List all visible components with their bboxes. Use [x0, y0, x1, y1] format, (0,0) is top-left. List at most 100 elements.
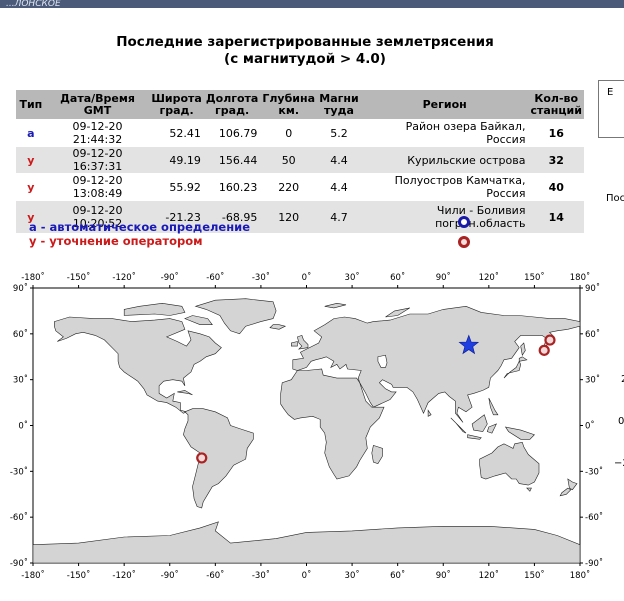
col-header-mag: Магни туда [317, 90, 361, 120]
table-row[interactable]: a 09-12-20 21:44:32 52.41 106.79 0 5.2 Район о… [16, 120, 584, 147]
lon-tick-label-bottom: 90˚ [436, 570, 451, 581]
lon-tick-label-bottom: -120˚ [112, 570, 136, 581]
cell-type: y [16, 174, 46, 201]
col-header-datetime: Дата/Время GMT [45, 90, 150, 120]
world-map[interactable]: -180˚ -180˚ -150˚ -150˚ -120˚ -120˚ -90˚ -90˚ -6… [0, 258, 606, 597]
cell-depth: 50 [260, 147, 318, 174]
cell-datetime: 09-12-20 21:44:32 [45, 120, 150, 147]
cell-stations: 32 [528, 147, 584, 174]
legend: а - автоматическое определение у - уточн… [29, 220, 250, 248]
right-panel-letter: Е [607, 87, 614, 98]
right-tick-b: 0 [618, 416, 624, 427]
lon-tick-label-top: 180˚ [570, 272, 590, 283]
right-tick-c: −2 [614, 458, 624, 469]
col-header-depth: Глубина км. [260, 90, 318, 120]
cell-depth: 0 [260, 120, 318, 147]
cell-mag: 5.2 [317, 120, 361, 147]
cell-depth: 220 [260, 174, 318, 201]
lon-tick-label-top: 30˚ [345, 272, 360, 283]
lon-tick-label-top: 90˚ [436, 272, 451, 283]
top-banner-text: ...ЛОНСКОЕ [6, 0, 61, 8]
lat-tick-label-right: 0˚ [585, 421, 595, 432]
cell-lon: 160.23 [203, 174, 261, 201]
lon-tick-label-bottom: -60˚ [206, 570, 224, 581]
lat-tick-label-left: 90˚ [13, 283, 28, 294]
legend-operator-marker-icon [458, 236, 470, 248]
event-ring-icon [196, 452, 208, 464]
right-cut-text: Пос [606, 193, 624, 204]
lon-tick-label-bottom: -90˚ [161, 570, 179, 581]
lon-tick-label-bottom: -30˚ [252, 570, 270, 581]
lon-tick-label-top: 60˚ [390, 272, 405, 283]
lon-tick-label-bottom: 180˚ [570, 570, 590, 581]
lat-tick-label-left: -90˚ [10, 558, 28, 569]
earthquake-table: Тип Дата/Время GMT Широта град. Долгота гр… [16, 90, 584, 234]
lon-tick-label-top: -30˚ [252, 272, 270, 283]
cell-datetime: 09-12-20 13:08:49 [45, 174, 150, 201]
page-title-line1: Последние зарегистрированные землетрясен… [116, 34, 494, 50]
table-row[interactable]: y 09-12-20 13:08:49 55.92 160.23 220 4.4 Полуо… [16, 174, 584, 201]
lat-tick-label-left: 0˚ [18, 421, 28, 432]
cell-depth: 120 [260, 201, 318, 234]
legend-operator-label: у - уточнение оператором [29, 234, 203, 248]
lat-tick-label-left: 30˚ [13, 375, 28, 386]
lon-tick-label-top: -150˚ [67, 272, 91, 283]
col-header-lon: Долгота град. [203, 90, 261, 120]
map-plot-area [32, 287, 581, 564]
cell-stations: 40 [528, 174, 584, 201]
lon-tick-label-bottom: -150˚ [67, 570, 91, 581]
lon-tick-label-top: -90˚ [161, 272, 179, 283]
lon-tick-label-top: 0˚ [302, 272, 312, 283]
col-header-region: Регион [360, 90, 529, 120]
col-header-type: Тип [16, 90, 46, 120]
cell-mag: 4.7 [317, 201, 361, 234]
lat-tick-label-right: -60˚ [585, 512, 603, 523]
cell-datetime: 09-12-20 16:37:31 [45, 147, 150, 174]
cell-type: a [16, 120, 46, 147]
right-panel-fragment: Е [598, 80, 624, 138]
top-banner-strip: ...ЛОНСКОЕ [0, 0, 624, 8]
cell-region: Чили - Боливия погран.область [360, 201, 529, 234]
lon-tick-label-top: 150˚ [524, 272, 544, 283]
lat-tick-label-right: -30˚ [585, 466, 603, 477]
table-header-row: Тип Дата/Время GMT Широта град. Долгота гр… [16, 90, 584, 120]
lon-tick-label-bottom: 60˚ [390, 570, 405, 581]
cell-lat: 55.92 [149, 174, 204, 201]
legend-auto-marker-icon [458, 216, 470, 228]
lon-tick-label-bottom: -180˚ [21, 570, 45, 581]
lat-tick-label-left: -60˚ [10, 512, 28, 523]
lon-tick-label-bottom: 30˚ [345, 570, 360, 581]
col-header-lat: Широта град. [149, 90, 204, 120]
world-map-svg: -180˚ -180˚ -150˚ -150˚ -120˚ -120˚ -90˚ -90˚ -6… [0, 258, 606, 597]
legend-auto-label: а - автоматическое определение [29, 220, 251, 234]
table-row[interactable]: y 09-12-20 16:37:31 49.19 156.44 50 4.4 Куриль… [16, 147, 584, 174]
lat-tick-label-right: 90˚ [585, 283, 600, 294]
cell-mag: 4.4 [317, 147, 361, 174]
col-header-stations: Кол-во станций [528, 90, 584, 120]
lon-tick-label-top: 120˚ [479, 272, 499, 283]
cell-region: Полуостров Камчатка, Россия [360, 174, 529, 201]
lon-tick-label-bottom: 150˚ [524, 570, 544, 581]
cell-lon: 156.44 [203, 147, 261, 174]
cell-region: Курильские острова [360, 147, 529, 174]
lat-tick-label-right: -90˚ [585, 558, 603, 569]
cell-mag: 4.4 [317, 174, 361, 201]
cell-region: Район озера Байкал, Россия [360, 120, 529, 147]
page-title: Последние зарегистрированные землетрясен… [0, 34, 610, 68]
event-ring-icon [538, 344, 550, 356]
lat-tick-label-left: 60˚ [13, 329, 28, 340]
lon-tick-label-top: -60˚ [206, 272, 224, 283]
lon-tick-label-top: -180˚ [21, 272, 45, 283]
event-ring-icon [544, 334, 556, 346]
cell-lon: 106.79 [203, 120, 261, 147]
lat-tick-label-left: -30˚ [10, 466, 28, 477]
page-title-line2: (с магнитудой > 4.0) [224, 51, 386, 67]
lon-tick-label-top: -120˚ [112, 272, 136, 283]
lon-tick-label-bottom: 0˚ [302, 570, 312, 581]
cell-lat: 52.41 [149, 120, 204, 147]
cell-stations: 16 [528, 120, 584, 147]
lat-tick-label-right: 60˚ [585, 329, 600, 340]
lon-tick-label-bottom: 120˚ [479, 570, 499, 581]
lat-tick-label-right: 30˚ [585, 375, 600, 386]
cell-stations: 14 [528, 201, 584, 234]
